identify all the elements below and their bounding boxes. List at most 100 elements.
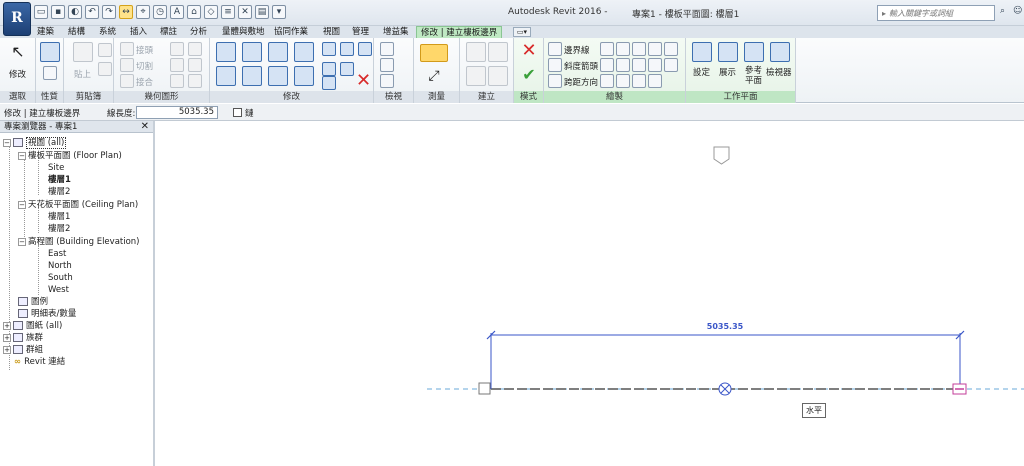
tab-insert[interactable]: 插入 <box>130 26 147 38</box>
join-icon[interactable] <box>120 74 134 88</box>
undo-icon[interactable]: ↶ <box>85 5 99 19</box>
tree-node-north[interactable]: North <box>48 260 72 272</box>
show-label[interactable]: 展示 <box>719 66 736 78</box>
type-properties-icon[interactable] <box>43 66 57 80</box>
pick-walls-icon[interactable] <box>648 74 662 88</box>
copy-icon[interactable] <box>98 62 112 76</box>
tab-systems[interactable]: 系統 <box>99 26 116 38</box>
set-workplane-icon[interactable] <box>692 42 712 62</box>
offset-icon[interactable] <box>242 42 262 62</box>
save-icon[interactable]: ▪ <box>51 5 65 19</box>
paste-button-label[interactable]: 貼上 <box>74 68 91 80</box>
tree-node-families[interactable]: + 族群 <box>3 332 43 344</box>
fillet-arc-icon[interactable] <box>648 58 662 72</box>
binoculars-icon[interactable]: ⌕ <box>1000 6 1010 18</box>
tab-analyze[interactable]: 分析 <box>190 26 207 38</box>
array-icon[interactable] <box>322 62 336 76</box>
create-similar-icon[interactable] <box>488 42 508 62</box>
polygon-icon[interactable] <box>632 42 646 56</box>
paste-icon[interactable] <box>73 42 93 62</box>
3d-view-icon[interactable]: ⌂ <box>187 5 201 19</box>
tree-node-floor-plan[interactable]: − 樓板平面圖 (Floor Plan) <box>18 150 122 162</box>
tangent-arc-icon[interactable] <box>632 58 646 72</box>
split-gap-icon[interactable] <box>340 42 354 56</box>
pin-icon[interactable] <box>358 42 372 56</box>
align-dimension-icon[interactable]: ↔ <box>119 5 133 19</box>
tree-node-ceiling-level1[interactable]: 樓層1 <box>48 211 70 223</box>
show-workplane-icon[interactable] <box>718 42 738 62</box>
align-icon[interactable] <box>216 42 236 62</box>
tag-icon[interactable]: ◷ <box>153 5 167 19</box>
move-icon[interactable] <box>216 66 236 86</box>
tab-collaborate[interactable]: 協同作業 <box>274 26 308 38</box>
tab-architecture[interactable]: 建築 <box>37 26 54 38</box>
create-parts-icon[interactable] <box>466 66 486 86</box>
section-icon[interactable]: ◇ <box>204 5 218 19</box>
tree-node-revit-links[interactable]: ∞ Revit 連結 <box>14 356 65 368</box>
cope-icon[interactable] <box>120 42 134 56</box>
set-label[interactable]: 設定 <box>693 66 710 78</box>
user-icon[interactable]: ☺ <box>1013 6 1023 18</box>
tab-manage[interactable]: 管理 <box>352 26 369 38</box>
tree-node-groups[interactable]: + 群組 <box>3 344 43 356</box>
sync-icon[interactable]: ◐ <box>68 5 82 19</box>
remove-paint-icon[interactable] <box>188 74 202 88</box>
aligned-dimension-icon[interactable] <box>420 44 448 62</box>
measure-icon[interactable]: ⌖ <box>136 5 150 19</box>
search-input[interactable]: ▸ 輸入關鍵字或詞組 <box>877 5 995 21</box>
copy-modify-icon[interactable] <box>242 66 262 86</box>
create-group-icon[interactable] <box>466 42 486 62</box>
tab-modify-create-floor-boundary[interactable]: 修改 | 建立樓板邊界 <box>416 26 503 38</box>
cancel-edit-icon[interactable]: ✕ <box>521 42 537 60</box>
slope-arrow-icon[interactable] <box>548 58 562 72</box>
mirror-draw-icon[interactable] <box>294 42 314 62</box>
slope-arrow-label[interactable]: 斜度箭頭 <box>564 60 598 72</box>
ref-plane-icon[interactable] <box>744 42 764 62</box>
redo-icon[interactable]: ↷ <box>102 5 116 19</box>
span-direction-icon[interactable] <box>548 74 562 88</box>
tab-structure[interactable]: 結構 <box>68 26 85 38</box>
cursor-arrow-icon[interactable]: ↖ <box>8 43 28 63</box>
tree-node-ceiling-plan[interactable]: − 天花板平面圖 (Ceiling Plan) <box>18 199 138 211</box>
close-hidden-icon[interactable]: ✕ <box>238 5 252 19</box>
override-graphics-icon[interactable] <box>380 58 394 72</box>
unjoin-icon[interactable] <box>170 42 184 56</box>
tree-node-east[interactable]: East <box>48 248 66 260</box>
lightbulb-icon[interactable] <box>380 42 394 56</box>
tab-annotate[interactable]: 標註 <box>160 26 177 38</box>
demolish-icon[interactable] <box>170 74 184 88</box>
mirror-axis-icon[interactable] <box>268 42 288 62</box>
tree-node-schedules[interactable]: 明細表/數量 <box>18 308 76 320</box>
open-icon[interactable]: ▭ <box>34 5 48 19</box>
viewer-icon[interactable] <box>770 42 790 62</box>
tree-node-views-all[interactable]: − 視圖 (all) <box>3 137 67 149</box>
application-menu-button[interactable]: R <box>3 2 31 36</box>
tree-node-south[interactable]: South <box>48 272 73 284</box>
tree-node-level1[interactable]: 樓層1 <box>48 174 71 186</box>
text-icon[interactable]: A <box>170 5 184 19</box>
create-assembly-icon[interactable] <box>488 66 508 86</box>
properties-icon[interactable] <box>40 42 60 62</box>
partial-ellipse-icon[interactable] <box>616 74 630 88</box>
tree-node-ceiling-level2[interactable]: 樓層2 <box>48 223 70 235</box>
length-input[interactable]: 5035.35 <box>136 106 218 119</box>
cut-clipboard-icon[interactable] <box>98 43 112 57</box>
rectangle-icon[interactable] <box>616 42 630 56</box>
join-label[interactable]: 接合 <box>136 76 153 88</box>
viewer-label[interactable]: 檢視器 <box>766 66 792 78</box>
thin-lines-icon[interactable]: ≡ <box>221 5 235 19</box>
split-icon[interactable] <box>322 42 336 56</box>
arc-icon[interactable] <box>600 58 614 72</box>
rotate-icon[interactable] <box>268 66 288 86</box>
ellipse-icon[interactable] <box>600 74 614 88</box>
circle-icon[interactable] <box>664 42 678 56</box>
tree-node-legends[interactable]: 圖例 <box>18 296 48 308</box>
linework-icon[interactable] <box>380 74 394 88</box>
drawing-area[interactable]: 5035.35 <box>157 121 1024 466</box>
line-icon[interactable] <box>600 42 614 56</box>
scale-icon[interactable] <box>340 62 354 76</box>
tree-node-west[interactable]: West <box>48 284 69 296</box>
elevation-marker-icon[interactable] <box>713 146 730 165</box>
pick-lines-icon[interactable] <box>632 74 646 88</box>
customize-qat-icon[interactable]: ▾ <box>272 5 286 19</box>
